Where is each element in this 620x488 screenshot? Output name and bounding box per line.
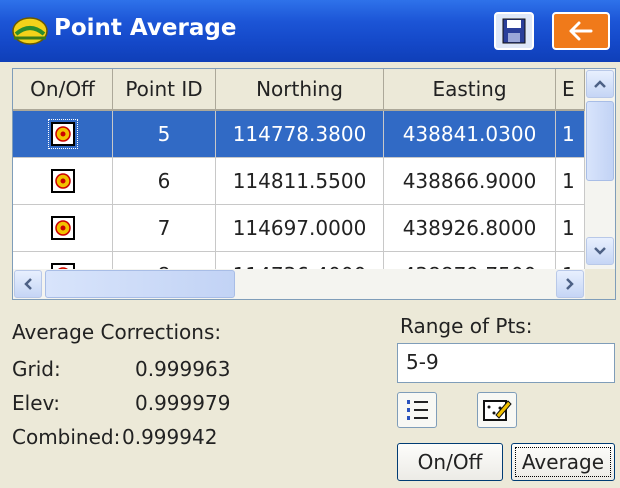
northing-cell: 114811.5500 (216, 158, 384, 205)
average-button[interactable]: Average (511, 443, 615, 481)
vertical-scrollbar[interactable] (585, 69, 615, 269)
list-points-button[interactable] (397, 392, 437, 428)
column-header-onoff[interactable]: On/Off (13, 69, 113, 111)
arrow-left-icon (569, 21, 593, 41)
easting-cell: 438926.8000 (384, 205, 556, 252)
scroll-left-button[interactable] (14, 270, 42, 298)
grid-value: 0.999963 (135, 357, 231, 381)
table-row[interactable]: 7 114697.0000 438926.8000 1 (13, 205, 585, 252)
point-id-cell: 7 (113, 205, 216, 252)
scrollbar-corner (585, 269, 615, 299)
elevation-cell: 1 (556, 158, 585, 205)
table-row[interactable]: 6 114811.5500 438866.9000 1 (13, 158, 585, 205)
combined-value: 0.999942 (122, 425, 218, 449)
elev-value: 0.999979 (135, 391, 231, 415)
column-header-easting[interactable]: Easting (384, 69, 556, 111)
easting-cell: 438866.9000 (384, 158, 556, 205)
point-toggle-icon[interactable] (50, 169, 75, 193)
scroll-up-button[interactable] (586, 70, 614, 98)
range-label: Range of Pts: (400, 314, 533, 338)
column-header-northing[interactable]: Northing (216, 69, 384, 111)
easting-cell: 438841.0300 (384, 111, 556, 158)
grid-label: Grid: (12, 357, 61, 381)
elevation-cell: 1 (556, 205, 585, 252)
surveyor-helmet-icon (12, 17, 48, 45)
map-select-button[interactable] (477, 392, 517, 428)
chevron-down-icon (594, 247, 606, 255)
northing-cell: 114778.3800 (216, 111, 384, 158)
onoff-button[interactable]: On/Off (397, 443, 503, 481)
point-id-cell: 6 (113, 158, 216, 205)
range-input[interactable]: 5-9 (397, 343, 615, 383)
chevron-right-icon (566, 278, 574, 290)
northing-cell: 114697.0000 (216, 205, 384, 252)
horizontal-scrollbar[interactable] (13, 269, 585, 299)
vertical-scroll-thumb[interactable] (586, 101, 614, 181)
back-button[interactable] (552, 12, 610, 50)
floppy-disk-icon (502, 18, 526, 44)
combined-label: Combined: (12, 425, 121, 449)
save-button[interactable] (494, 12, 534, 50)
points-table: On/Off Point ID Northing Easting E 5 114… (12, 68, 616, 300)
corrections-heading: Average Corrections: (12, 320, 222, 344)
point-toggle-icon[interactable] (47, 119, 78, 149)
horizontal-scroll-thumb[interactable] (45, 270, 235, 298)
title-bar: Point Average (0, 0, 620, 62)
table-row[interactable]: 5 114778.3800 438841.0300 1 (13, 111, 585, 158)
map-edit-icon (483, 400, 512, 421)
column-header-elevation[interactable]: E (556, 69, 585, 111)
numbered-list-icon (407, 400, 428, 420)
chevron-up-icon (594, 80, 606, 88)
chevron-left-icon (24, 278, 32, 290)
elevation-cell: 1 (556, 111, 585, 158)
column-header-point-id[interactable]: Point ID (113, 69, 216, 111)
window-title: Point Average (54, 15, 237, 41)
scroll-right-button[interactable] (556, 270, 584, 298)
point-toggle-icon[interactable] (50, 216, 75, 240)
point-id-cell: 5 (113, 111, 216, 158)
elev-label: Elev: (12, 391, 60, 415)
scroll-down-button[interactable] (586, 237, 614, 265)
